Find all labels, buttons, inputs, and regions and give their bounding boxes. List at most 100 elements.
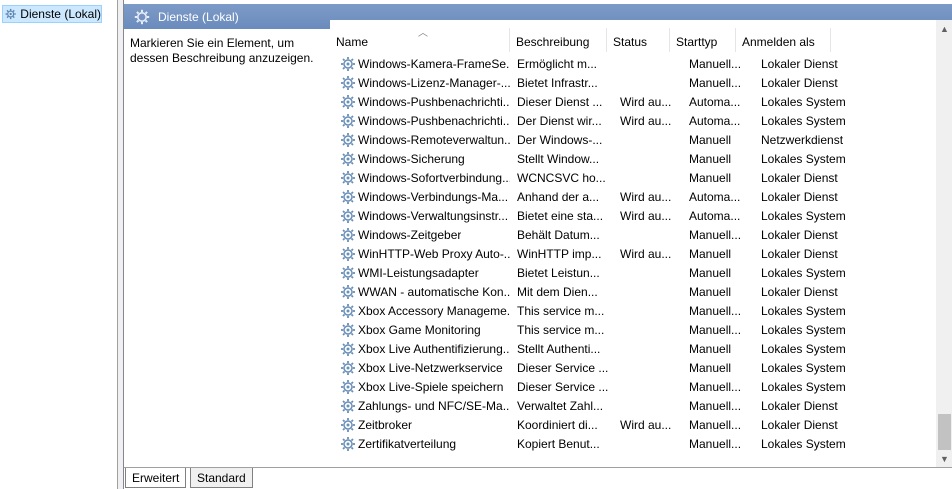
service-logon-as: Lokaler Dienst: [761, 398, 838, 413]
vertical-scrollbar[interactable]: ▲ ▼: [936, 20, 952, 467]
service-logon-as: Lokales System: [761, 379, 846, 394]
service-name: Xbox Game Monitoring: [358, 322, 481, 337]
service-row[interactable]: Windows-Verwaltungsinstr... Bietet eine s…: [330, 206, 940, 225]
service-startup-type: Manuell: [689, 360, 732, 375]
service-row[interactable]: Windows-Sofortverbindung... WCNCSVC ho...…: [330, 168, 940, 187]
service-row[interactable]: Xbox Live-Spiele speichern Dieser Service…: [330, 377, 940, 396]
service-startup-type: Manuell...: [689, 303, 742, 318]
service-description: Ermöglicht m...: [517, 56, 598, 71]
service-startup-type: Manuell: [689, 284, 732, 299]
service-name: Windows-Zeitgeber: [358, 227, 462, 242]
service-name-cell: Windows-Sofortverbindung...: [330, 170, 510, 186]
gear-icon: [341, 227, 355, 242]
gear-icon: [341, 265, 355, 280]
service-row[interactable]: Xbox Game Monitoring This service m... Man…: [330, 320, 940, 339]
scrollbar-thumb[interactable]: [938, 414, 951, 450]
service-logon-as: Lokaler Dienst: [761, 170, 838, 185]
service-startup-type: Automa...: [689, 94, 741, 109]
service-row[interactable]: Xbox Live-Netzwerkservice Dieser Service …: [330, 358, 940, 377]
service-name-cell: Windows-Lizenz-Manager-...: [330, 75, 510, 91]
service-name-cell: Windows-Pushbenachrichti...: [330, 113, 510, 129]
service-name-cell: WinHTTP-Web Proxy Auto-...: [330, 246, 510, 262]
service-logon-as: Lokales System: [761, 113, 846, 128]
service-status: Wird au...: [620, 94, 672, 109]
service-row[interactable]: Windows-Pushbenachrichti... Dieser Dienst…: [330, 92, 940, 111]
service-row[interactable]: Windows-Zeitgeber Behält Datum... Manuell.…: [330, 225, 940, 244]
scroll-down-icon[interactable]: ▼: [936, 450, 952, 467]
service-row[interactable]: Windows-Sicherung Stellt Window... Manuell…: [330, 149, 940, 168]
service-name: Windows-Sicherung: [358, 151, 465, 166]
column-header-name[interactable]: Name ︿: [330, 28, 510, 52]
service-status: Wird au...: [620, 246, 672, 261]
scroll-up-icon[interactable]: ▲: [936, 20, 952, 37]
service-name-cell: WMI-Leistungsadapter: [330, 265, 510, 281]
service-name-cell: Windows-Verwaltungsinstr...: [330, 208, 510, 224]
service-description: This service m...: [517, 322, 605, 337]
service-name-cell: Zeitbroker: [330, 417, 510, 433]
service-row[interactable]: WinHTTP-Web Proxy Auto-... WinHTTP imp...…: [330, 244, 940, 263]
service-name: WMI-Leistungsadapter: [358, 265, 479, 280]
services-list[interactable]: Name ︿ Beschreibung Status Starttyp Anme…: [330, 20, 952, 467]
service-name-cell: Windows-Remoteverwaltun...: [330, 132, 510, 148]
tab-standard[interactable]: Standard: [190, 468, 253, 488]
service-row[interactable]: WMI-Leistungsadapter Bietet Leistun... Man…: [330, 263, 940, 282]
service-row[interactable]: Windows-Kamera-FrameSe... Ermöglicht m...…: [330, 54, 940, 73]
service-row[interactable]: WWAN - automatische Kon... Mit dem Dien..…: [330, 282, 940, 301]
service-description: Der Dienst wir...: [517, 113, 602, 128]
service-description: Mit dem Dien...: [517, 284, 598, 299]
column-header-description[interactable]: Beschreibung: [510, 28, 607, 52]
service-startup-type: Manuell: [689, 151, 732, 166]
service-status: Wird au...: [620, 113, 672, 128]
gear-icon: [341, 246, 355, 261]
pane-title: Dienste (Lokal): [158, 9, 239, 24]
service-row[interactable]: Windows-Remoteverwaltun... Der Windows-..…: [330, 130, 940, 149]
column-header-startup-type[interactable]: Starttyp: [670, 28, 736, 52]
gear-icon: [341, 189, 355, 204]
service-name: Xbox Live-Netzwerkservice: [358, 360, 503, 375]
service-logon-as: Lokaler Dienst: [761, 56, 838, 71]
service-startup-type: Manuell...: [689, 398, 742, 413]
service-logon-as: Lokaler Dienst: [761, 75, 838, 90]
service-name: Windows-Pushbenachrichti...: [358, 113, 510, 128]
service-row[interactable]: Windows-Pushbenachrichti... Der Dienst wi…: [330, 111, 940, 130]
service-description: Stellt Window...: [517, 151, 600, 166]
service-description: Behält Datum...: [517, 227, 600, 242]
service-description: Bietet eine sta...: [517, 208, 604, 223]
gear-icon: [5, 8, 16, 20]
service-logon-as: Netzwerkdienst: [761, 132, 844, 147]
service-row[interactable]: Xbox Live Authentifizierung... Stellt Aut…: [330, 339, 940, 358]
gear-icon: [341, 303, 355, 318]
service-name: Windows-Pushbenachrichti...: [358, 94, 510, 109]
gear-icon: [341, 75, 355, 90]
service-row[interactable]: Zeitbroker Koordiniert di... Wird au... Man…: [330, 415, 940, 434]
service-row[interactable]: Zertifikatverteilung Kopiert Benut... Manu…: [330, 434, 940, 453]
service-startup-type: Manuell...: [689, 379, 742, 394]
service-name: Zeitbroker: [358, 417, 413, 432]
column-header-status[interactable]: Status: [607, 28, 670, 52]
service-logon-as: Lokaler Dienst: [761, 284, 838, 299]
service-startup-type: Automa...: [689, 189, 741, 204]
service-name: Xbox Accessory Manageme...: [358, 303, 510, 318]
service-name-cell: Zertifikatverteilung: [330, 436, 510, 452]
service-startup-type: Manuell: [689, 132, 732, 147]
service-row[interactable]: Windows-Verbindungs-Ma... Anhand der a...…: [330, 187, 940, 206]
tree-item-services-local[interactable]: Dienste (Lokal): [2, 5, 102, 23]
service-description: Verwaltet Zahl...: [517, 398, 604, 413]
column-header-logon-as[interactable]: Anmelden als: [736, 28, 831, 52]
service-description: Dieser Service ...: [517, 379, 609, 394]
service-startup-type: Manuell: [689, 246, 732, 261]
gear-icon: [341, 151, 355, 166]
service-logon-as: Lokaler Dienst: [761, 227, 838, 242]
service-name: WWAN - automatische Kon...: [358, 284, 510, 299]
gear-icon: [341, 113, 355, 128]
service-startup-type: Manuell...: [689, 227, 742, 242]
service-row[interactable]: Windows-Lizenz-Manager-... Bietet Infrast…: [330, 73, 940, 92]
service-logon-as: Lokales System: [761, 94, 846, 109]
service-description: This service m...: [517, 303, 605, 318]
service-row[interactable]: Xbox Accessory Manageme... This service m…: [330, 301, 940, 320]
service-row[interactable]: Zahlungs- und NFC/SE-Ma... Verwaltet Zahl…: [330, 396, 940, 415]
service-name: Windows-Verbindungs-Ma...: [358, 189, 509, 204]
service-name: Zertifikatverteilung: [358, 436, 457, 451]
service-name-cell: Xbox Live-Spiele speichern: [330, 379, 510, 395]
tab-extended[interactable]: Erweitert: [125, 468, 187, 488]
